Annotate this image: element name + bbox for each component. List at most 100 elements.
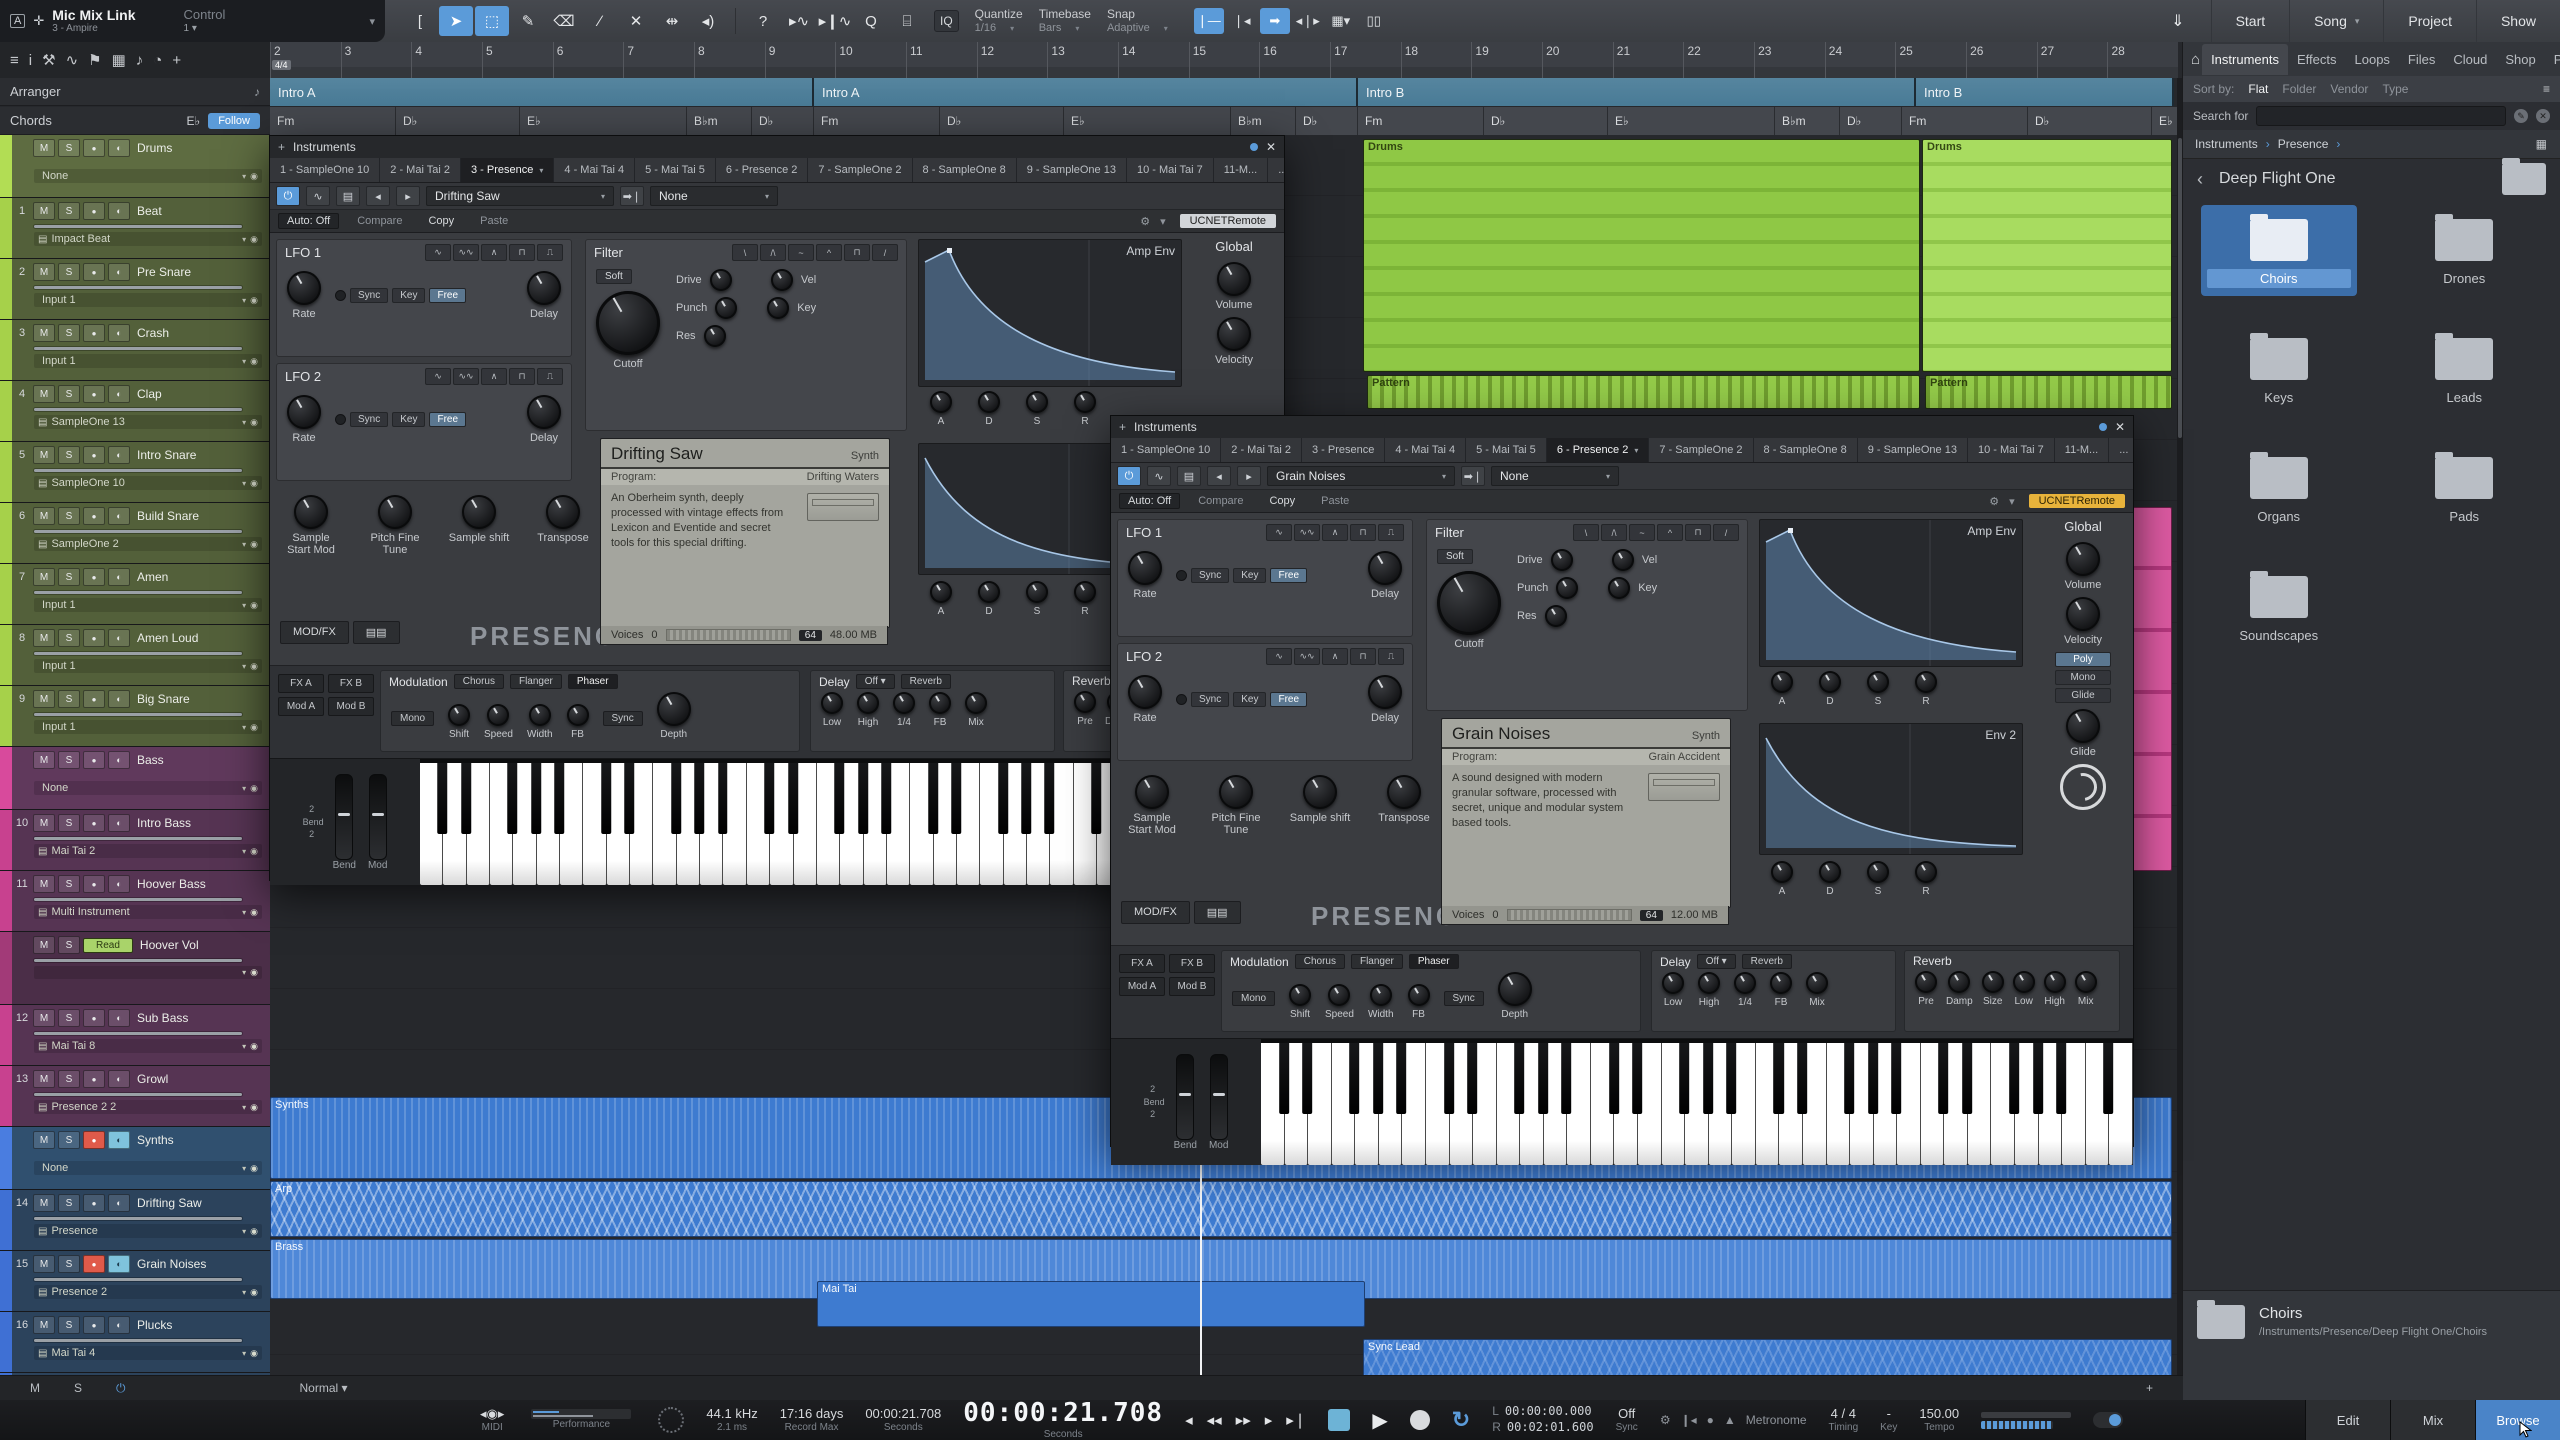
solo-button[interactable]: S [58,936,80,954]
back-icon[interactable]: ‹ [2197,169,2203,190]
monitor-button[interactable]: ◐ [108,1009,130,1027]
device-dropdown-icon[interactable]: ▾ [369,15,375,28]
solo-button[interactable]: S [58,1131,80,1149]
control-number[interactable]: 1 ▾ [183,23,225,34]
solo-button[interactable]: S [58,814,80,832]
reverb-pre-knob[interactable] [1074,691,1096,713]
lfo-wave-icon[interactable]: ⊓ [509,244,535,261]
filter-shape-icon[interactable]: \ [732,244,758,261]
folder-tile[interactable]: Pads [2387,443,2543,534]
monitor-button[interactable]: ◐ [108,629,130,647]
piano-black-key[interactable] [1562,1043,1572,1114]
piano-black-key[interactable] [2104,1043,2114,1114]
delay-low-knob[interactable] [1662,972,1684,994]
chord-cell[interactable]: D♭ [940,107,1064,135]
pattern-clip[interactable]: Pattern [1367,375,1920,409]
view-button[interactable]: Mix [2390,1400,2475,1440]
track-row[interactable]: 14 M S ● ◐ Drifting Saw Presence ▾ ◉ [0,1190,270,1251]
mute-tool-icon[interactable]: ✕ [619,6,653,36]
solo-button[interactable]: S [58,751,80,769]
env2-decay-knob[interactable] [978,581,1000,603]
mod-sync-button[interactable]: Sync [603,711,643,726]
piano-black-key[interactable] [998,763,1008,834]
mute-button[interactable]: M [33,202,55,220]
filter-shape-icon[interactable]: ~ [1629,524,1655,541]
lfo-wave-icon[interactable]: ⎍ [537,244,563,261]
piano-black-key[interactable] [1444,1043,1454,1114]
piano-black-key[interactable] [2033,1043,2043,1114]
instrument-tab[interactable]: 9 - SampleOne 13 [1017,158,1127,182]
instrument-selector[interactable]: Presence ▾ ◉ [34,1224,262,1238]
auto-mode-button[interactable]: Auto: Off [1119,493,1180,509]
compare-button[interactable]: Compare [349,214,410,228]
mute-button[interactable]: M [33,507,55,525]
width-knob[interactable] [529,704,551,726]
grid-view-icon[interactable]: ▦ [2536,137,2548,151]
instrument-tab[interactable]: 6 - Presence 2 [716,158,809,182]
stop-button[interactable] [1328,1409,1350,1431]
chevron-down-icon[interactable]: ▾ [2009,495,2015,508]
piano-black-key[interactable] [1279,1043,1289,1114]
monitor-button[interactable]: ◐ [108,446,130,464]
instrument-tab[interactable]: 4 - Mai Tai 4 [1385,438,1466,462]
track-row[interactable]: 3 M S ● ◐ Crash Input 1 ▾ ◉ [0,320,270,381]
lfo2-key-button[interactable]: Key [392,412,425,427]
instrument-tab[interactable]: 11-M... [1214,158,1268,182]
instrument-tab[interactable]: 7 - SampleOne 2 [808,158,912,182]
play-button[interactable]: ▶ [1372,1408,1387,1433]
moda-button[interactable]: Mod A [278,697,324,716]
secondary-time[interactable]: 00:00:21.708Seconds [865,1407,941,1433]
mute-button[interactable]: M [33,139,55,157]
mute-button[interactable]: M [33,1255,55,1273]
record-arm-button[interactable]: ● [83,1255,105,1273]
chord-cell[interactable]: Fm [1902,107,2028,135]
record-arm-button[interactable]: ● [83,324,105,342]
lfo2-rate-knob[interactable] [1128,675,1162,709]
decay-knob[interactable] [978,391,1000,413]
instrument-tab[interactable]: 1 - SampleOne 10 [1111,438,1221,462]
poly-button[interactable]: Poly [2055,652,2111,667]
mute-button[interactable]: M [33,814,55,832]
piano-black-key[interactable] [671,763,681,834]
autoscroll-icon[interactable]: ▸∿ [782,6,816,36]
release-knob[interactable] [1074,391,1096,413]
instrument-tab[interactable]: 2 - Mai Tai 2 [1221,438,1302,462]
lfo2-sync-button[interactable]: Sync [1191,692,1229,707]
drive-knob[interactable] [1551,549,1573,571]
track-row[interactable]: 5 M S ● ◐ Intro Snare SampleOne 10 ▾ ◉ [0,442,270,503]
folder-tile[interactable]: Soundscapes [2201,562,2357,653]
track-row[interactable]: 4 M S ● ◐ Clap SampleOne 13 ▾ ◉ [0,381,270,442]
delay-mode-selector[interactable]: Off ▾ [856,674,895,689]
quantize-selector[interactable]: Quantize 1/16▾ [975,7,1023,35]
monitor-button[interactable]: ◐ [108,1316,130,1334]
piano-black-key[interactable] [1373,1043,1383,1114]
arranger-note-icon[interactable]: ♪ [254,85,260,99]
maitai-clip[interactable]: Mai Tai [817,1281,1365,1327]
add-tab-icon[interactable]: + [278,140,285,154]
mono-button[interactable]: Mono [2055,670,2111,685]
instrument-selector[interactable]: Presence 2 2 ▾ ◉ [34,1100,262,1114]
track-row[interactable]: 6 M S ● ◐ Build Snare SampleOne 2 ▾ ◉ [0,503,270,564]
lfo-wave-icon[interactable]: ⎍ [537,368,563,385]
follow-playhead-icon[interactable]: ➡ [1260,8,1290,34]
automation-icon[interactable]: ∿ [66,51,79,69]
track-row[interactable]: 8 M S ● ◐ Amen Loud Input 1 ▾ ◉ [0,625,270,686]
instrument-tab[interactable]: 10 - Mai Tai 7 [1127,158,1214,182]
note-icon[interactable]: ♪ [136,52,144,69]
record-arm-button[interactable]: ● [83,1009,105,1027]
record-arm-button[interactable]: ● [83,690,105,708]
chord-cell[interactable]: Fm [814,107,940,135]
track-row[interactable]: 15 M S ● ◐ Grain Noises Presence 2 ▾ ◉ [0,1251,270,1312]
sort-option[interactable]: Folder [2282,82,2316,96]
monitor-button[interactable]: ◐ [108,1255,130,1273]
piano-black-key[interactable] [1939,1043,1949,1114]
view-button[interactable]: Edit [2305,1400,2390,1440]
track-row[interactable]: 12 M S ● ◐ Sub Bass Mai Tai 8 ▾ ◉ [0,1005,270,1066]
reverb-pre-knob[interactable] [1915,971,1937,993]
glide-button[interactable]: Glide [2055,688,2111,703]
time-signature[interactable]: 4 / 4Timing [1829,1407,1859,1433]
drive-knob[interactable] [710,269,732,291]
arrow-tool-icon[interactable]: ➤ [439,6,473,36]
instrument-tab[interactable]: ... [2109,438,2133,462]
filter-shape-icon[interactable]: ⊓ [1685,524,1711,541]
